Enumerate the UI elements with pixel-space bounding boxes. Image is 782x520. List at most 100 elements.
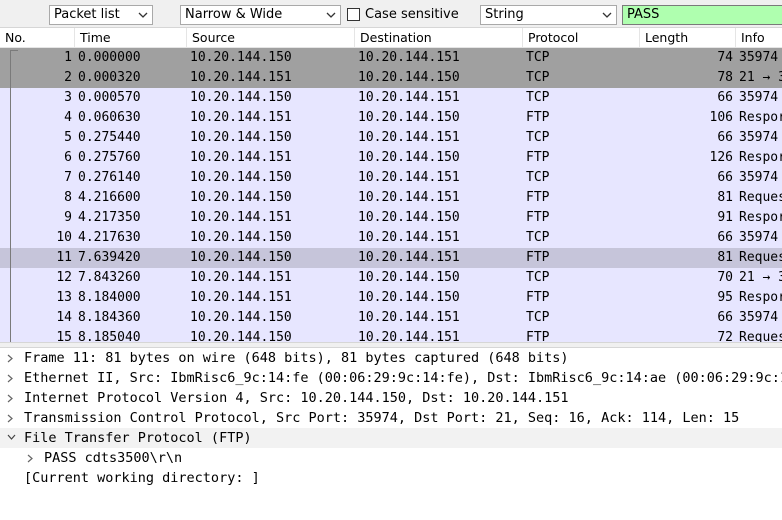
packet-time: 0.276140 — [78, 170, 141, 185]
detail-ftp-cwd[interactable]: [Current working directory: ] — [0, 468, 782, 488]
table-row[interactable]: 14 8.184360 10.20.144.150 10.20.144.151 TCP 6… — [0, 308, 782, 328]
table-row[interactable]: 6 0.275760 10.20.144.151 10.20.144.150 FTP 12… — [0, 148, 782, 168]
column-header-length[interactable]: Length — [640, 28, 736, 48]
chevron-down-icon — [137, 6, 149, 24]
table-row[interactable]: 13 8.184000 10.20.144.151 10.20.144.150 FTP 9… — [0, 288, 782, 308]
table-row[interactable]: 4 0.060630 10.20.144.151 10.20.144.150 FTP 10… — [0, 108, 782, 128]
find-toolbar: Packet list Narrow & Wide Case sensitive… — [0, 0, 782, 28]
packet-time: 8.185040 — [78, 330, 141, 342]
packet-protocol: FTP — [526, 150, 550, 165]
packet-details[interactable]: Frame 11: 81 bytes on wire (648 bits), 8… — [0, 348, 782, 520]
packet-length: 66 — [717, 130, 733, 145]
detail-ftp-text: File Transfer Protocol (FTP) — [24, 430, 252, 446]
column-header-protocol[interactable]: Protocol — [523, 28, 640, 48]
packet-source: 10.20.144.150 — [190, 190, 292, 205]
packet-source: 10.20.144.150 — [190, 230, 292, 245]
display-combo[interactable]: Packet list — [49, 5, 153, 25]
packet-destination: 10.20.144.150 — [358, 290, 460, 305]
detail-ipv4[interactable]: Internet Protocol Version 4, Src: 10.20.… — [0, 388, 782, 408]
packet-time: 0.060630 — [78, 110, 141, 125]
packet-source: 10.20.144.151 — [190, 210, 292, 225]
search-input-value: PASS — [627, 7, 660, 22]
packet-destination: 10.20.144.151 — [358, 50, 460, 65]
chevron-right-icon[interactable] — [4, 408, 18, 428]
packet-time: 4.217630 — [78, 230, 141, 245]
chevron-right-icon[interactable] — [4, 348, 18, 368]
table-row[interactable]: 11 7.639420 10.20.144.150 10.20.144.151 FTP 8… — [0, 248, 782, 268]
packet-protocol: TCP — [526, 170, 550, 185]
packet-info: Respor — [739, 110, 782, 125]
packet-protocol: FTP — [526, 250, 550, 265]
packet-protocol: TCP — [526, 270, 550, 285]
table-row[interactable]: 12 7.843260 10.20.144.151 10.20.144.150 TCP 7… — [0, 268, 782, 288]
packet-info: 35974 — [739, 230, 779, 245]
table-row[interactable]: 9 4.217350 10.20.144.151 10.20.144.150 FTP 91… — [0, 208, 782, 228]
search-input[interactable]: PASS — [622, 5, 782, 25]
packet-source: 10.20.144.150 — [190, 250, 292, 265]
chevron-right-icon[interactable] — [4, 388, 18, 408]
detail-tcp-text: Transmission Control Protocol, Src Port:… — [24, 410, 740, 426]
packet-source: 10.20.144.150 — [190, 170, 292, 185]
search-type-combo[interactable]: String — [480, 5, 617, 25]
packet-protocol: FTP — [526, 190, 550, 205]
packet-source: 10.20.144.150 — [190, 310, 292, 325]
packet-length: 81 — [717, 250, 733, 265]
detail-ftp-pass[interactable]: PASS cdts3500\r\n — [0, 448, 782, 468]
table-row[interactable]: 2 0.000320 10.20.144.151 10.20.144.150 TCP 78… — [0, 68, 782, 88]
packet-protocol: FTP — [526, 210, 550, 225]
detail-ftp[interactable]: File Transfer Protocol (FTP) — [0, 428, 782, 448]
table-row[interactable]: 7 0.276140 10.20.144.150 10.20.144.151 TCP 66… — [0, 168, 782, 188]
packet-destination: 10.20.144.151 — [358, 310, 460, 325]
chevron-down-icon[interactable] — [4, 428, 18, 448]
table-row[interactable]: 1 0.000000 10.20.144.150 10.20.144.151 TCP 74… — [0, 48, 782, 68]
packet-info: 35974 — [739, 130, 779, 145]
detail-frame[interactable]: Frame 11: 81 bytes on wire (648 bits), 8… — [0, 348, 782, 368]
packet-source: 10.20.144.151 — [190, 70, 292, 85]
packet-source: 10.20.144.150 — [190, 330, 292, 342]
packet-time: 0.000320 — [78, 70, 141, 85]
packet-info: Respor — [739, 150, 782, 165]
column-header-destination[interactable]: Destination — [355, 28, 523, 48]
detail-ethernet[interactable]: Ethernet II, Src: IbmRisc6_9c:14:fe (00:… — [0, 368, 782, 388]
packet-time: 8.184000 — [78, 290, 141, 305]
packet-source: 10.20.144.151 — [190, 270, 292, 285]
packet-length: 66 — [717, 90, 733, 105]
packet-source: 10.20.144.150 — [190, 50, 292, 65]
packet-source: 10.20.144.151 — [190, 290, 292, 305]
charset-combo[interactable]: Narrow & Wide — [180, 5, 341, 25]
packet-destination: 10.20.144.150 — [358, 210, 460, 225]
packet-source: 10.20.144.151 — [190, 110, 292, 125]
table-row[interactable]: 3 0.000570 10.20.144.150 10.20.144.151 TCP 66… — [0, 88, 782, 108]
chevron-right-icon[interactable] — [4, 368, 18, 388]
packet-length: 70 — [717, 270, 733, 285]
packet-length: 95 — [717, 290, 733, 305]
column-header-no[interactable]: No. — [0, 28, 75, 48]
table-row[interactable]: 5 0.275440 10.20.144.150 10.20.144.151 TCP 66… — [0, 128, 782, 148]
column-header-time[interactable]: Time — [75, 28, 187, 48]
table-row[interactable]: 15 8.185040 10.20.144.150 10.20.144.151 FTP 7… — [0, 328, 782, 342]
checkbox-box[interactable] — [347, 8, 360, 21]
display-combo-value: Packet list — [54, 7, 120, 22]
packet-protocol: TCP — [526, 310, 550, 325]
conversation-bracket-line — [10, 50, 11, 342]
conversation-bracket-corner — [10, 50, 18, 51]
search-type-value: String — [485, 7, 524, 22]
packet-source: 10.20.144.150 — [190, 90, 292, 105]
packet-length: 106 — [709, 110, 733, 125]
packet-destination: 10.20.144.151 — [358, 190, 460, 205]
packet-destination: 10.20.144.150 — [358, 70, 460, 85]
chevron-down-icon — [601, 6, 613, 24]
packet-list-header: No. Time Source Destination Protocol Len… — [0, 28, 782, 48]
column-header-info[interactable]: Info — [736, 28, 782, 48]
column-header-source[interactable]: Source — [187, 28, 355, 48]
packet-time: 0.000000 — [78, 50, 141, 65]
table-row[interactable]: 10 4.217630 10.20.144.150 10.20.144.151 TCP 6… — [0, 228, 782, 248]
packet-protocol: TCP — [526, 70, 550, 85]
chevron-right-icon[interactable] — [24, 448, 38, 468]
detail-ethernet-text: Ethernet II, Src: IbmRisc6_9c:14:fe (00:… — [24, 370, 782, 386]
packet-protocol: TCP — [526, 130, 550, 145]
detail-tcp[interactable]: Transmission Control Protocol, Src Port:… — [0, 408, 782, 428]
packet-destination: 10.20.144.150 — [358, 270, 460, 285]
packet-list[interactable]: No. Time Source Destination Protocol Len… — [0, 28, 782, 342]
table-row[interactable]: 8 4.216600 10.20.144.150 10.20.144.151 FTP 81… — [0, 188, 782, 208]
